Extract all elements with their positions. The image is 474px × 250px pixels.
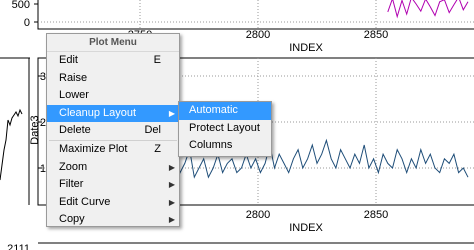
bottom-y-axis-label: Date3 [29, 115, 41, 144]
menu-item-zoom[interactable]: Zoom ▶ [47, 159, 179, 177]
bottom-x-tick-label-2800: 2800 [246, 209, 270, 221]
submenu-item-label: Columns [189, 139, 233, 152]
menu-item-label: Raise [59, 71, 88, 84]
bottom-x-tick-label-2850: 2850 [364, 209, 388, 221]
next-plot-y-tick-label: 2111 [7, 243, 30, 250]
top-x-tick-label-2800: 2800 [246, 29, 270, 41]
top-x-tick-label-2850: 2850 [364, 29, 388, 41]
menu-item-shortcut: Del [144, 124, 161, 137]
top-y-tick-label-0: 0 [24, 17, 30, 29]
menu-item-label: Zoom [59, 160, 88, 173]
submenu-item-protect-layout[interactable]: Protect Layout [179, 120, 271, 138]
cleanup-layout-submenu[interactable]: Automatic Protect Layout Columns [178, 101, 272, 157]
menu-item-edit-curve[interactable]: Edit Curve ▶ [47, 194, 179, 212]
submenu-arrow-icon: ▶ [168, 162, 175, 172]
menu-item-label: Filter [59, 178, 84, 191]
plot-canvas[interactable]: 500 0 2750 2800 2850 INDEX 3 2 [0, 0, 474, 250]
menu-item-label: Edit [59, 54, 78, 66]
top-y-tick-label-500: 500 [12, 0, 30, 11]
submenu-item-automatic[interactable]: Automatic [179, 102, 271, 120]
menu-item-label: Cleanup Layout [59, 106, 137, 119]
menu-item-label: Copy [59, 213, 85, 226]
submenu-item-columns[interactable]: Columns [179, 137, 271, 155]
menu-item-raise[interactable]: Raise [47, 70, 179, 88]
menu-item-lower[interactable]: Lower [47, 87, 179, 105]
submenu-item-label: Automatic [189, 104, 238, 116]
menu-title: Plot Menu [47, 34, 179, 52]
menu-item-shortcut: E [153, 54, 161, 66]
menu-item-label: Edit Curve [59, 195, 111, 208]
menu-item-label: Lower [59, 89, 89, 102]
left-series-line [0, 108, 23, 181]
menu-item-copy[interactable]: Copy ▶ [47, 211, 179, 229]
submenu-item-label: Protect Layout [189, 121, 260, 134]
submenu-arrow-icon: ▶ [168, 215, 175, 225]
menu-item-maximize-plot[interactable]: Maximize Plot Z [47, 141, 179, 159]
menu-item-delete[interactable]: Delete Del [47, 122, 179, 140]
menu-item-label: Maximize Plot [59, 142, 128, 155]
menu-item-cleanup-layout[interactable]: Cleanup Layout ▶ [47, 104, 179, 123]
top-plot-frame [37, 0, 474, 30]
submenu-arrow-icon: ▶ [168, 108, 175, 118]
plot-context-menu[interactable]: Plot Menu Edit E Raise Lower Cleanup Lay… [46, 33, 180, 227]
left-plot[interactable] [0, 57, 30, 205]
menu-item-edit[interactable]: Edit E [47, 52, 179, 70]
menu-item-label: Delete [59, 124, 91, 137]
submenu-arrow-icon: ▶ [168, 197, 175, 207]
menu-item-shortcut: Z [154, 142, 161, 155]
bottom-x-axis-label: INDEX [289, 222, 323, 234]
top-x-axis-label: INDEX [289, 42, 323, 54]
submenu-arrow-icon: ▶ [168, 180, 175, 190]
menu-item-filter[interactable]: Filter ▶ [47, 176, 179, 194]
